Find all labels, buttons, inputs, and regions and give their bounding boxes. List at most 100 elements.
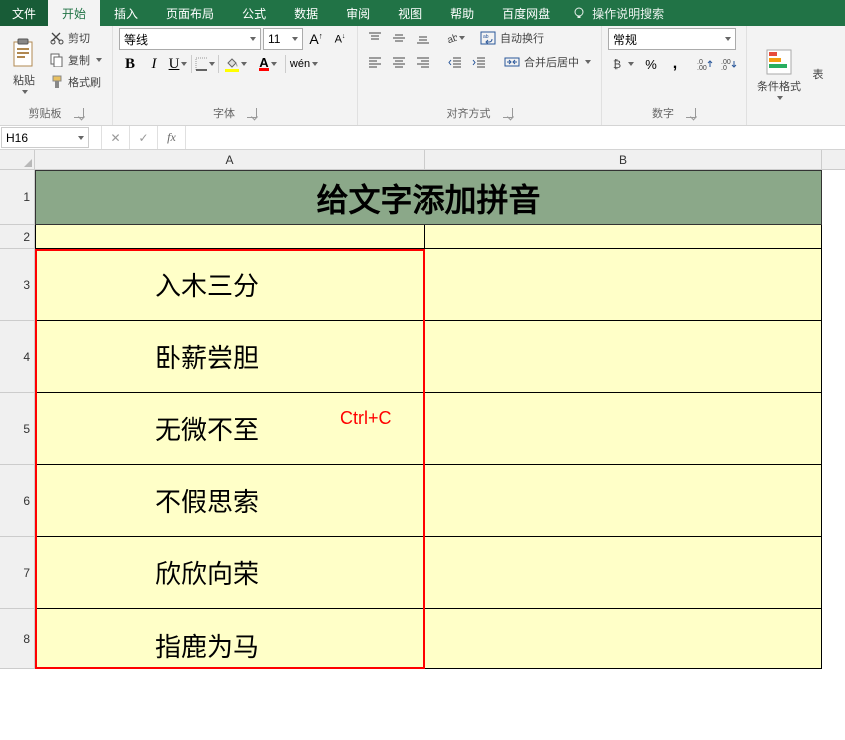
font-name-select[interactable]: 等线 bbox=[119, 28, 261, 50]
cell-A4[interactable]: 卧薪尝胆 bbox=[35, 321, 425, 393]
scissors-icon bbox=[50, 31, 64, 45]
increase-font-button[interactable]: A↑ bbox=[305, 29, 327, 49]
font-size-select[interactable]: 11 bbox=[263, 28, 303, 50]
comma-button[interactable]: , bbox=[664, 54, 686, 74]
cell-A2[interactable] bbox=[35, 225, 425, 249]
col-header-A[interactable]: A bbox=[35, 150, 425, 169]
row-header-7[interactable]: 7 bbox=[0, 537, 35, 609]
insert-function-button[interactable]: fx bbox=[158, 126, 186, 149]
cell-B2[interactable] bbox=[425, 225, 822, 249]
name-box[interactable]: H16 bbox=[1, 127, 89, 148]
accounting-format-button[interactable]: ₿ bbox=[608, 54, 638, 74]
row-header-5[interactable]: 5 bbox=[0, 393, 35, 465]
cut-button[interactable]: 剪切 bbox=[46, 28, 106, 48]
align-right-icon bbox=[416, 55, 430, 69]
wrap-text-button[interactable]: ab 自动换行 bbox=[476, 28, 548, 48]
enter-formula-button[interactable]: ✓ bbox=[130, 126, 158, 149]
merge-center-button[interactable]: 合并后居中 bbox=[500, 52, 595, 72]
number-dialog-launcher[interactable] bbox=[686, 108, 696, 118]
col-header-B[interactable]: B bbox=[425, 150, 822, 169]
row-header-8[interactable]: 8 bbox=[0, 609, 35, 669]
align-top-button[interactable] bbox=[364, 28, 386, 48]
tab-baidu[interactable]: 百度网盘 bbox=[488, 0, 564, 26]
align-bottom-icon bbox=[416, 31, 430, 45]
percent-button[interactable]: % bbox=[640, 54, 662, 74]
italic-button[interactable]: I bbox=[143, 54, 165, 74]
row-header-6[interactable]: 6 bbox=[0, 465, 35, 537]
cell-B5[interactable] bbox=[425, 393, 822, 465]
tab-home[interactable]: 开始 bbox=[48, 0, 100, 26]
cell-B3[interactable] bbox=[425, 249, 822, 321]
tab-file[interactable]: 文件 bbox=[0, 0, 48, 26]
align-top-icon bbox=[368, 31, 382, 45]
bold-button[interactable]: B bbox=[119, 54, 141, 74]
cell-B7[interactable] bbox=[425, 537, 822, 609]
formula-input[interactable] bbox=[186, 126, 845, 149]
font-color-button[interactable]: A bbox=[253, 54, 283, 74]
cell-A8[interactable]: 指鹿为马 bbox=[35, 609, 425, 669]
tell-me-search[interactable]: 操作说明搜索 bbox=[572, 0, 664, 26]
tab-data[interactable]: 数据 bbox=[280, 0, 332, 26]
name-box-value: H16 bbox=[6, 131, 28, 145]
svg-text:ab: ab bbox=[483, 34, 489, 40]
column-headers: A B bbox=[0, 150, 845, 170]
alignment-dialog-launcher[interactable] bbox=[503, 108, 513, 118]
ribbon-tabs: 文件 开始 插入 页面布局 公式 数据 审阅 视图 帮助 百度网盘 操作说明搜索 bbox=[0, 0, 845, 26]
table-format-label: 表 bbox=[813, 66, 824, 82]
align-right-button[interactable] bbox=[412, 52, 434, 72]
chevron-down-icon bbox=[628, 62, 634, 66]
paste-button[interactable]: 粘贴 bbox=[6, 28, 42, 103]
row-header-3[interactable]: 3 bbox=[0, 249, 35, 321]
cell-A6[interactable]: 不假思索 bbox=[35, 465, 425, 537]
chevron-down-icon bbox=[271, 62, 277, 66]
cancel-formula-button[interactable]: ✕ bbox=[102, 126, 130, 149]
cell-A7[interactable]: 欣欣向荣 bbox=[35, 537, 425, 609]
row-header-2[interactable]: 2 bbox=[0, 225, 35, 249]
cell-B4[interactable] bbox=[425, 321, 822, 393]
cell-B6[interactable] bbox=[425, 465, 822, 537]
decrease-decimal-button[interactable]: .00.0 bbox=[718, 54, 740, 74]
cell-B8[interactable] bbox=[425, 609, 822, 669]
clipboard-group-label: 剪贴板 bbox=[29, 105, 62, 121]
indent-icon bbox=[472, 55, 486, 69]
fill-color-button[interactable] bbox=[221, 54, 251, 74]
number-format-select[interactable]: 常规 bbox=[608, 28, 736, 50]
formula-bar: H16 ✕ ✓ fx bbox=[0, 126, 845, 150]
select-all-button[interactable] bbox=[0, 150, 35, 169]
tab-layout[interactable]: 页面布局 bbox=[152, 0, 228, 26]
tab-help[interactable]: 帮助 bbox=[436, 0, 488, 26]
phonetic-button[interactable]: wén bbox=[288, 54, 320, 74]
align-middle-button[interactable] bbox=[388, 28, 410, 48]
chevron-down-icon bbox=[459, 36, 465, 40]
currency-icon: ₿ bbox=[612, 57, 626, 71]
increase-indent-button[interactable] bbox=[468, 52, 490, 72]
table-format-button[interactable]: 表 bbox=[809, 28, 827, 119]
copy-button[interactable]: 复制 bbox=[46, 50, 106, 70]
tab-insert[interactable]: 插入 bbox=[100, 0, 152, 26]
orientation-button[interactable]: ab bbox=[444, 28, 466, 48]
row-header-4[interactable]: 4 bbox=[0, 321, 35, 393]
cell-A5[interactable]: 无微不至 bbox=[35, 393, 425, 465]
increase-decimal-button[interactable]: .0.00 bbox=[694, 54, 716, 74]
align-center-button[interactable] bbox=[388, 52, 410, 72]
align-center-icon bbox=[392, 55, 406, 69]
cell-A3[interactable]: 入木三分 bbox=[35, 249, 425, 321]
conditional-format-button[interactable]: 条件格式 bbox=[753, 28, 805, 119]
align-bottom-button[interactable] bbox=[412, 28, 434, 48]
format-painter-button[interactable]: 格式刷 bbox=[46, 72, 106, 92]
tab-formulas[interactable]: 公式 bbox=[228, 0, 280, 26]
row-header-1[interactable]: 1 bbox=[0, 170, 35, 225]
chevron-down-icon bbox=[725, 37, 731, 41]
clipboard-dialog-launcher[interactable] bbox=[74, 108, 84, 118]
border-button[interactable] bbox=[194, 54, 216, 74]
tab-review[interactable]: 审阅 bbox=[332, 0, 384, 26]
align-left-button[interactable] bbox=[364, 52, 386, 72]
decrease-indent-button[interactable] bbox=[444, 52, 466, 72]
align-left-icon bbox=[368, 55, 382, 69]
underline-button[interactable]: U bbox=[167, 54, 189, 74]
tab-view[interactable]: 视图 bbox=[384, 0, 436, 26]
keyboard-hint-annotation: Ctrl+C bbox=[340, 408, 392, 429]
font-dialog-launcher[interactable] bbox=[247, 108, 257, 118]
decrease-font-button[interactable]: A↓ bbox=[329, 29, 351, 49]
cell-title[interactable]: 给文字添加拼音 bbox=[35, 170, 822, 225]
